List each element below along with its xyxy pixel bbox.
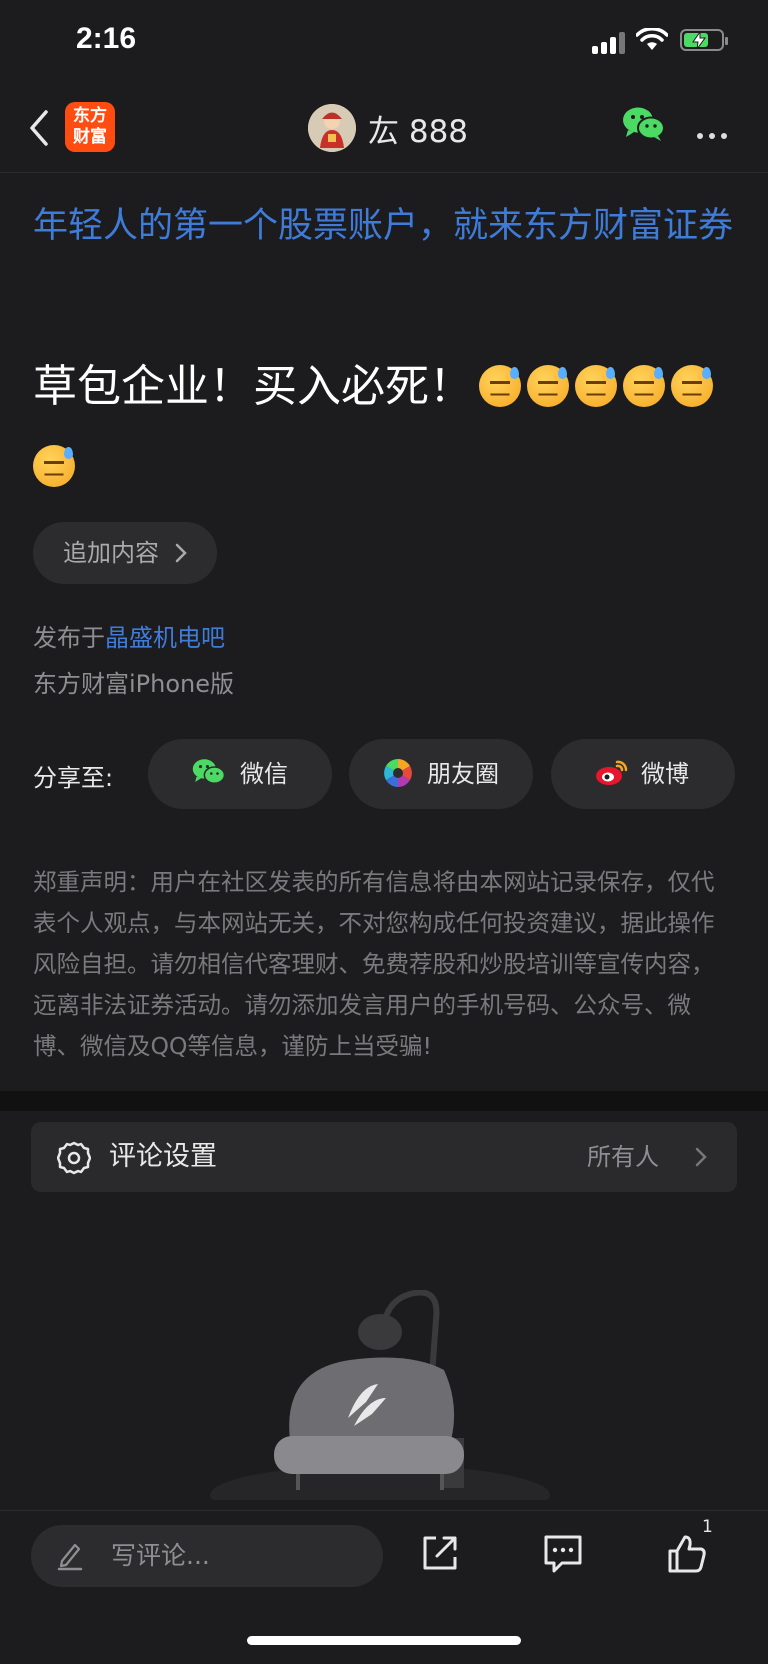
sweat-emoji-icon bbox=[33, 445, 75, 487]
pencil-icon bbox=[57, 1543, 83, 1571]
comment-settings-value: 所有人 bbox=[587, 1143, 659, 1171]
chevron-right-icon bbox=[175, 543, 187, 563]
share-weibo-button[interactable]: 微博 bbox=[551, 739, 735, 809]
share-wechat-label: 微信 bbox=[240, 760, 288, 788]
wechat-share-icon[interactable] bbox=[622, 106, 666, 142]
sweat-emoji-icon bbox=[671, 365, 713, 407]
app-logo[interactable]: 东方 财富 bbox=[65, 102, 115, 152]
comment-input[interactable]: 写评论... bbox=[31, 1525, 383, 1587]
like-count: 1 bbox=[702, 1517, 713, 1537]
battery-icon bbox=[680, 29, 728, 51]
share-wechat-button[interactable]: 微信 bbox=[148, 739, 332, 809]
moments-icon bbox=[384, 759, 412, 787]
published-info: 发布于晶盛机电吧 bbox=[33, 618, 225, 653]
post-text: 草包企业！买入必死！ bbox=[33, 361, 473, 412]
cellular-signal-icon bbox=[592, 30, 628, 54]
section-divider bbox=[0, 1091, 768, 1111]
sweat-emoji-icon bbox=[527, 365, 569, 407]
more-options-icon[interactable] bbox=[697, 124, 733, 143]
share-external-icon[interactable] bbox=[420, 1533, 460, 1573]
device-info: 东方财富iPhone版 bbox=[33, 670, 235, 698]
thumbs-up-icon[interactable] bbox=[666, 1533, 708, 1575]
nav-bar: 东方 财富 厷 888 bbox=[0, 84, 768, 173]
sweat-emoji-icon bbox=[479, 365, 521, 407]
share-moments-button[interactable]: 朋友圈 bbox=[349, 739, 533, 809]
bar-link[interactable]: 晶盛机电吧 bbox=[105, 624, 225, 652]
sweat-emoji-icon bbox=[575, 365, 617, 407]
logo-line-1: 东方 bbox=[73, 106, 107, 126]
sweat-emoji-icon bbox=[623, 365, 665, 407]
promo-link[interactable]: 年轻人的第一个股票账户，就来东方财富证券 bbox=[33, 198, 743, 254]
empty-comments-illustration bbox=[210, 1290, 550, 1500]
comment-placeholder: 写评论... bbox=[111, 1541, 210, 1570]
post-content: 草包企业！买入必死！ bbox=[33, 347, 743, 507]
append-content-label: 追加内容 bbox=[63, 539, 159, 567]
avatar[interactable] bbox=[308, 104, 356, 152]
comment-settings-label: 评论设置 bbox=[109, 1141, 217, 1172]
published-prefix: 发布于 bbox=[33, 624, 105, 652]
wechat-icon bbox=[192, 759, 226, 784]
wifi-icon bbox=[636, 28, 668, 50]
comment-icon[interactable] bbox=[542, 1533, 584, 1575]
chevron-right-icon bbox=[695, 1147, 707, 1167]
share-weibo-label: 微博 bbox=[641, 760, 689, 788]
back-chevron-icon[interactable] bbox=[28, 108, 50, 148]
comment-settings-row[interactable]: 评论设置 所有人 bbox=[31, 1122, 737, 1192]
author-username[interactable]: 厷 888 bbox=[368, 106, 468, 151]
status-bar: 2:16 bbox=[0, 0, 768, 84]
gear-icon bbox=[57, 1141, 91, 1175]
weibo-icon bbox=[596, 760, 628, 785]
logo-line-2: 财富 bbox=[73, 127, 107, 147]
status-time: 2:16 bbox=[76, 22, 137, 55]
share-moments-label: 朋友圈 bbox=[427, 760, 499, 788]
share-label: 分享至: bbox=[33, 764, 114, 792]
home-indicator bbox=[247, 1636, 521, 1645]
disclaimer-text: 郑重声明：用户在社区发表的所有信息将由本网站记录保存，仅代表个人观点，与本网站无… bbox=[33, 868, 715, 1060]
append-content-button[interactable]: 追加内容 bbox=[33, 522, 217, 584]
